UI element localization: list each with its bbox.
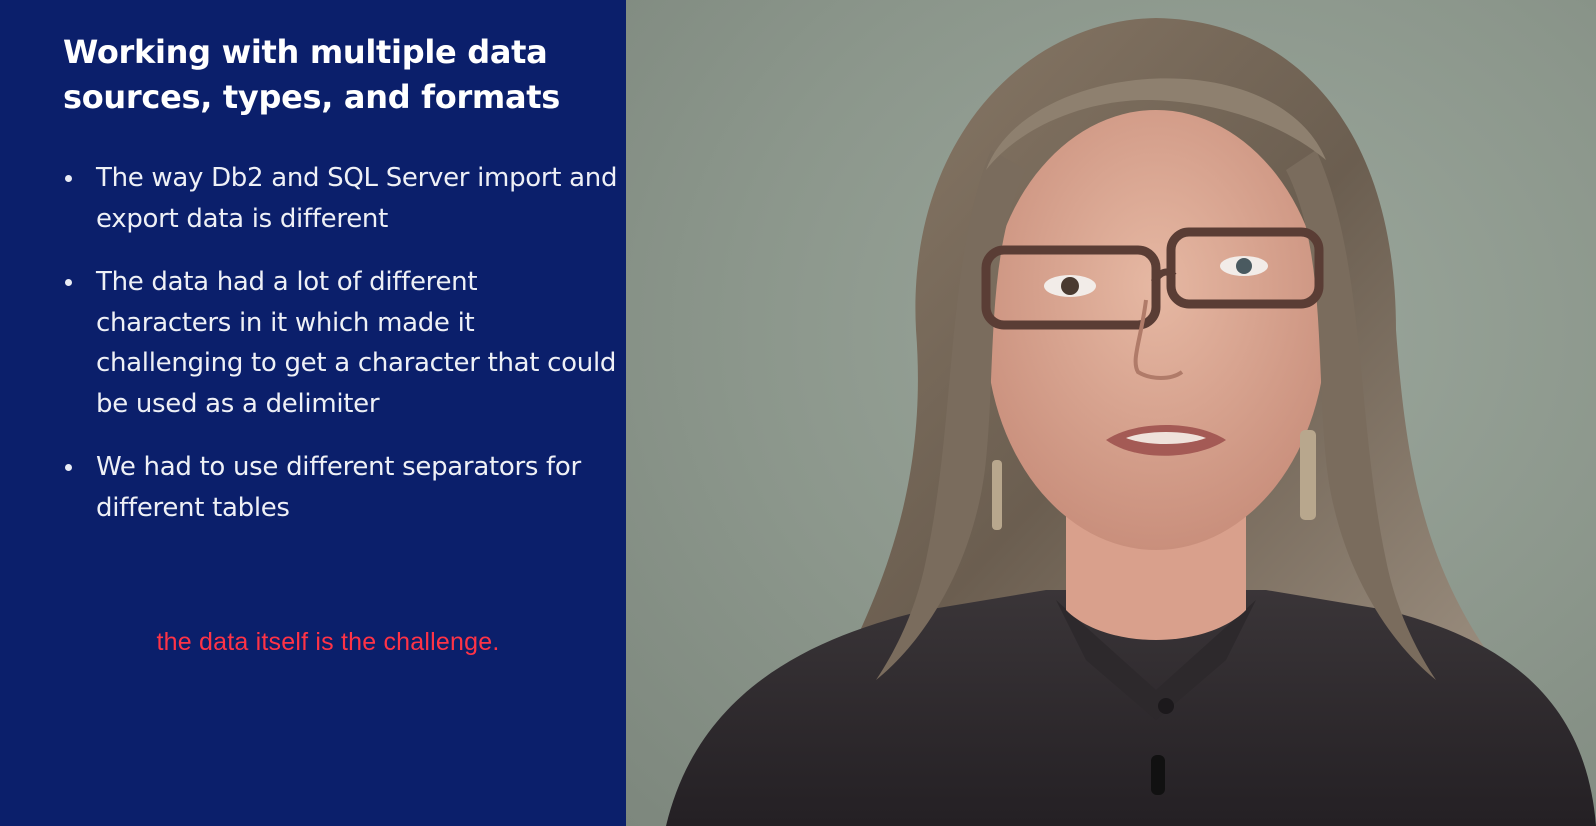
- video-frame: Working with multiple data sources, type…: [0, 0, 1596, 826]
- presenter-illustration: [666, 18, 1596, 826]
- subtitle-caption: the data itself is the challenge.: [156, 628, 500, 656]
- right-earring: [1300, 430, 1316, 520]
- lapel-mic: [1151, 755, 1165, 795]
- bullet-item: The way Db2 and SQL Server import and ex…: [63, 158, 618, 239]
- presenter-video: [626, 0, 1596, 826]
- bullet-dot-icon: [65, 279, 72, 286]
- bullet-list: The way Db2 and SQL Server import and ex…: [63, 158, 618, 551]
- slide-title: Working with multiple data sources, type…: [63, 33, 561, 116]
- left-iris: [1061, 277, 1079, 295]
- bullet-dot-icon: [65, 175, 72, 182]
- shirt-button: [1158, 698, 1174, 714]
- bullet-item: We had to use different separators for d…: [63, 447, 618, 528]
- right-iris: [1236, 258, 1252, 274]
- bullet-text: The data had a lot of different characte…: [96, 267, 617, 419]
- slide-panel: Working with multiple data sources, type…: [0, 0, 626, 826]
- bullet-dot-icon: [65, 464, 72, 471]
- left-earring: [992, 460, 1002, 530]
- bullet-text: The way Db2 and SQL Server import and ex…: [96, 163, 618, 234]
- bullet-item: The data had a lot of different characte…: [63, 262, 618, 424]
- bullet-text: We had to use different separators for d…: [96, 452, 581, 523]
- face: [986, 110, 1326, 550]
